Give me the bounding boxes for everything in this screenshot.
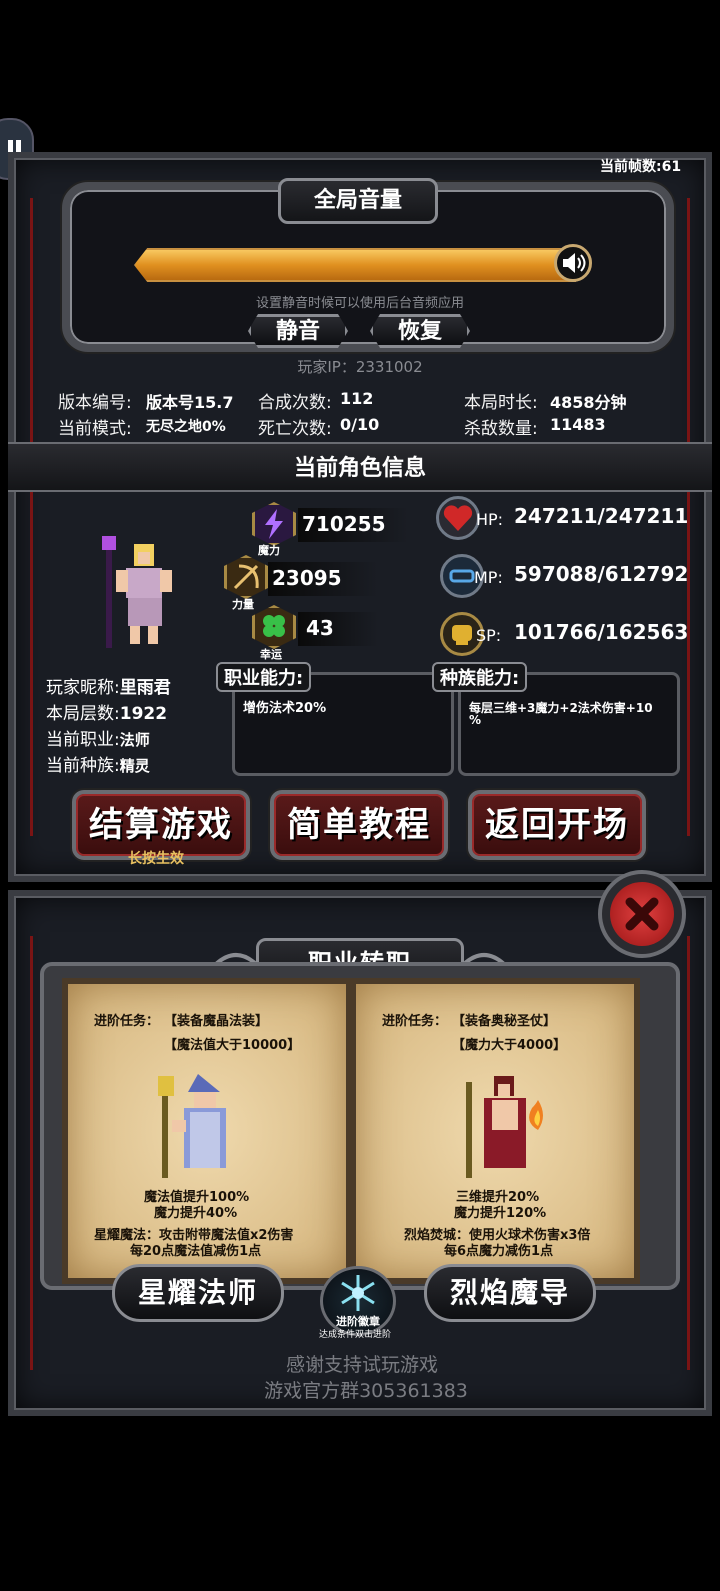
bow-icon — [233, 564, 259, 590]
synth-value: 112 — [340, 389, 374, 408]
job-value: 法师 — [119, 731, 150, 749]
star-mage-bonus2: 魔力提升40% — [154, 1206, 238, 1221]
flame-mage-task-label: 进阶任务： — [382, 1014, 448, 1029]
flame-mage-task2: 【魔力大于4000】 — [452, 1038, 567, 1053]
strength-label: 力量 — [232, 598, 254, 611]
volume-slider[interactable] — [134, 248, 576, 282]
luck-value: 43 — [306, 616, 334, 640]
sp-value: 101766/162563 — [514, 620, 689, 644]
race-ability-line1: 每层三维+3魔力+2法术伤害+10 — [469, 701, 653, 715]
race-value: 精灵 — [119, 757, 150, 775]
flame-mage-bonus2: 魔力提升120% — [454, 1206, 547, 1221]
restore-button-label: 恢复 — [397, 319, 442, 344]
back-to-start-label: 返回开场 — [485, 805, 629, 845]
luck-label: 幸运 — [260, 648, 282, 661]
sp-label: SP: — [476, 626, 502, 645]
flame-mage-task1: 【装备奥秘圣仗】 — [452, 1014, 557, 1029]
tutorial-button[interactable]: 简单教程 — [270, 790, 448, 860]
synth-label: 合成次数: — [258, 393, 332, 413]
volume-title-text: 全局音量 — [313, 188, 402, 213]
volume-fill — [136, 250, 574, 280]
volume-title: 全局音量 — [278, 178, 438, 224]
footer-thanks: 感谢支持试玩游戏 — [285, 1354, 438, 1376]
speaker-icon — [563, 253, 586, 273]
snowflake-badge-icon — [341, 1275, 375, 1311]
mage-character-sprite — [102, 536, 172, 648]
race-ability-line2: % — [469, 713, 482, 727]
star-mage-button[interactable]: 星耀法师 — [112, 1264, 284, 1322]
death-label: 死亡次数: — [258, 419, 332, 439]
floor-value: 1922 — [119, 704, 168, 724]
version-value: 版本号15.7 — [146, 393, 234, 412]
mute-button[interactable]: 静音 — [248, 314, 348, 348]
close-button[interactable] — [598, 870, 686, 958]
floor-row: 本局层数:1922 — [46, 699, 167, 724]
close-icon — [625, 897, 659, 931]
star-mage-skill2: 每20点魔法值减伤1点 — [130, 1244, 262, 1259]
race-ability-title: 种族能力: — [432, 662, 528, 692]
star-mage-task2: 【魔法值大于10000】 — [164, 1038, 301, 1053]
character-section-title: 当前角色信息 — [293, 456, 426, 481]
magic-label: 魔力 — [258, 544, 280, 557]
strength-value: 23095 — [272, 566, 342, 590]
kills-value: 11483 — [550, 415, 606, 434]
job-ability-title: 职业能力: — [216, 662, 312, 692]
clover-icon — [263, 615, 285, 637]
advance-badge[interactable]: 进阶徽章 — [320, 1266, 396, 1336]
fps-counter: 当前帧数:61 — [600, 159, 682, 175]
duration-value: 4858分钟 — [550, 393, 627, 412]
mode-label: 当前模式: — [58, 419, 132, 439]
death-value: 0/10 — [340, 415, 380, 434]
nickname-value: 里雨君 — [119, 678, 171, 698]
nickname-row: 玩家昵称:里雨君 — [46, 673, 171, 698]
mp-value: 597088/612792 — [514, 562, 689, 586]
job-row: 当前职业:法师 — [46, 725, 150, 750]
close-button-inner — [610, 882, 674, 946]
duration-label: 本局时长: — [464, 393, 538, 413]
kills-label: 杀敌数量: — [464, 419, 538, 439]
back-to-start-button[interactable]: 返回开场 — [468, 790, 646, 860]
badge-hint: 达成条件双击进阶 — [318, 1330, 391, 1340]
panel2-red-trim-right — [687, 936, 690, 1370]
panel2-red-trim-left — [30, 936, 33, 1370]
star-mage-sprite — [158, 1074, 226, 1178]
race-row: 当前种族:精灵 — [46, 751, 150, 776]
hp-value: 247211/247211 — [514, 504, 689, 528]
nickname-label: 玩家昵称: — [46, 678, 120, 698]
race-label: 当前种族: — [46, 756, 120, 776]
flame-mage-sprite — [466, 1076, 543, 1178]
tutorial-label: 简单教程 — [287, 805, 431, 845]
lightning-icon — [265, 509, 283, 539]
version-label: 版本编号: — [58, 393, 132, 413]
star-mage-card[interactable]: 进阶任务： 【装备魔晶法装】 【魔法值大于10000】 魔法值提升100% 魔力… — [62, 978, 352, 1284]
hp-label: HP: — [476, 510, 504, 529]
speaker-button[interactable] — [554, 244, 592, 282]
settle-game-label: 结算游戏 — [89, 805, 233, 845]
mode-value: 无尽之地0% — [146, 419, 226, 435]
heart-icon — [443, 505, 473, 531]
mute-button-label: 静音 — [275, 319, 320, 344]
hp-icon — [436, 496, 480, 540]
job-label: 当前职业: — [46, 730, 120, 750]
floor-label: 本局层数: — [46, 704, 120, 724]
player-ip: 玩家IP：2331002 — [297, 358, 423, 376]
flame-mage-button[interactable]: 烈焰魔导 — [424, 1264, 596, 1322]
star-mage-task-label: 进阶任务： — [94, 1014, 160, 1029]
footer-group: 游戏官方群305361383 — [264, 1380, 468, 1402]
job-ability-text: 增伤法术20% — [243, 701, 327, 716]
volume-hint: 设置静音时候可以使用后台音频应用 — [255, 296, 464, 311]
magic-value: 710255 — [302, 512, 386, 536]
restore-button[interactable]: 恢复 — [370, 314, 470, 348]
flame-mage-card[interactable]: 进阶任务： 【装备奥秘圣仗】 【魔力大于4000】 三维提升20% 魔力提升12… — [350, 978, 640, 1284]
flame-mage-name: 烈焰魔导 — [449, 1276, 570, 1309]
mp-label: MP: — [474, 568, 503, 587]
settle-hint: 长按生效 — [128, 851, 184, 867]
flame-mage-skill2: 每6点魔力减伤1点 — [444, 1244, 554, 1259]
star-mage-name: 星耀法师 — [137, 1276, 258, 1309]
star-mage-task1: 【装备魔晶法装】 — [164, 1014, 269, 1029]
